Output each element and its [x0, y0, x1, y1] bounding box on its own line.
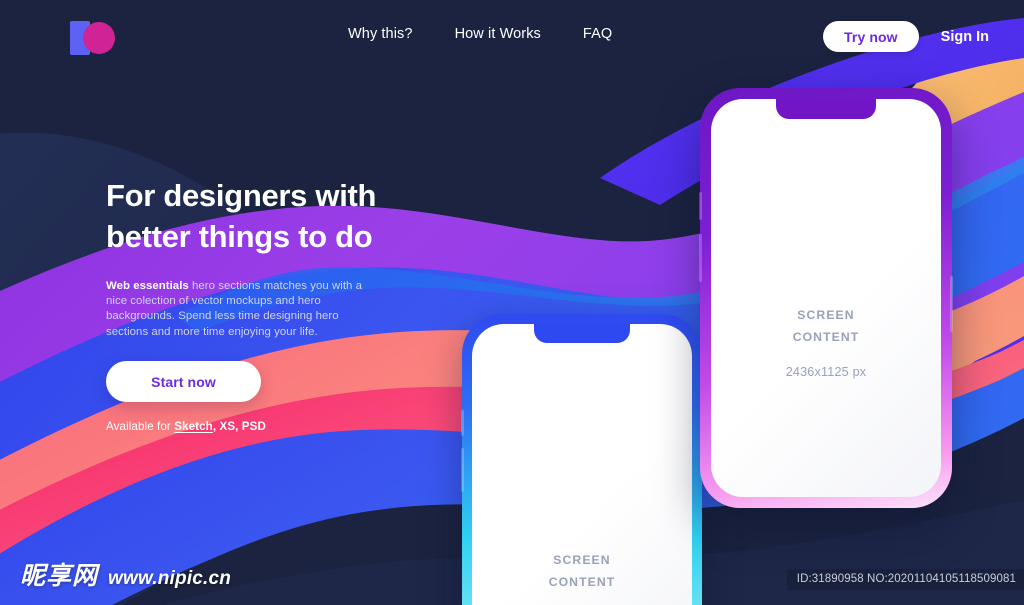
phone-screen-content-right: SCREEN CONTENT 2436x1125 px — [711, 304, 941, 379]
nav-link-how-it-works[interactable]: How it Works — [455, 26, 541, 42]
nav-links: Why this? How it Works FAQ — [348, 26, 612, 42]
phone-mockup-right[interactable]: SCREEN CONTENT 2436x1125 px — [699, 88, 953, 508]
hero-paragraph: Web essentials hero sections matches you… — [106, 279, 378, 340]
hero-section: For designers with better things to do W… — [106, 175, 506, 340]
screen-dimensions: 2436x1125 px — [785, 365, 867, 379]
screen-label-line-1: SCREEN — [797, 308, 855, 322]
logo-circle-icon — [83, 22, 115, 54]
screen-label-line-2: CONTENT — [792, 330, 860, 344]
sketch-link[interactable]: Sketch — [174, 420, 213, 433]
nav-actions: Try now Sign In — [823, 21, 989, 52]
phone-side-button-left — [461, 410, 464, 436]
nav-link-faq[interactable]: FAQ — [583, 26, 612, 42]
landing-page-screenshot: Why this? How it Works FAQ Try now Sign … — [0, 0, 1024, 605]
brand-logo[interactable] — [70, 21, 124, 55]
available-formats-list: , XS, PSD — [212, 420, 266, 433]
page-title: For designers with better things to do — [106, 175, 506, 257]
hero-title-line-1: For designers with — [106, 178, 377, 213]
phone-side-button-right — [699, 192, 702, 220]
phone-screen-content-left: SCREEN CONTENT 2436x1125 px — [472, 549, 692, 605]
phone-notch-left — [534, 324, 630, 343]
sign-in-link[interactable]: Sign In — [941, 29, 989, 45]
phone-volume-button-right — [699, 234, 702, 282]
nav-link-why-this[interactable]: Why this? — [348, 26, 413, 42]
try-now-button[interactable]: Try now — [823, 21, 919, 52]
available-prefix: Available for — [106, 420, 175, 433]
phone-power-button-right — [950, 276, 953, 332]
screen-label-line-2: CONTENT — [548, 575, 616, 589]
phone-screen-right: SCREEN CONTENT 2436x1125 px — [711, 99, 941, 497]
available-formats: Available for Sketch, XS, PSD — [106, 420, 266, 433]
screen-label-line-1: SCREEN — [553, 553, 611, 567]
phone-volume-button-left — [461, 448, 464, 492]
hero-paragraph-bold: Web essentials — [106, 280, 189, 292]
start-now-button[interactable]: Start now — [106, 361, 261, 402]
phone-notch-right — [776, 99, 876, 119]
phone-screen-left: SCREEN CONTENT 2436x1125 px — [472, 324, 692, 605]
hero-title-line-2: better things to do — [106, 219, 373, 254]
top-navbar: Why this? How it Works FAQ Try now Sign … — [0, 0, 1024, 72]
phone-mockup-left[interactable]: SCREEN CONTENT 2436x1125 px — [461, 314, 702, 605]
